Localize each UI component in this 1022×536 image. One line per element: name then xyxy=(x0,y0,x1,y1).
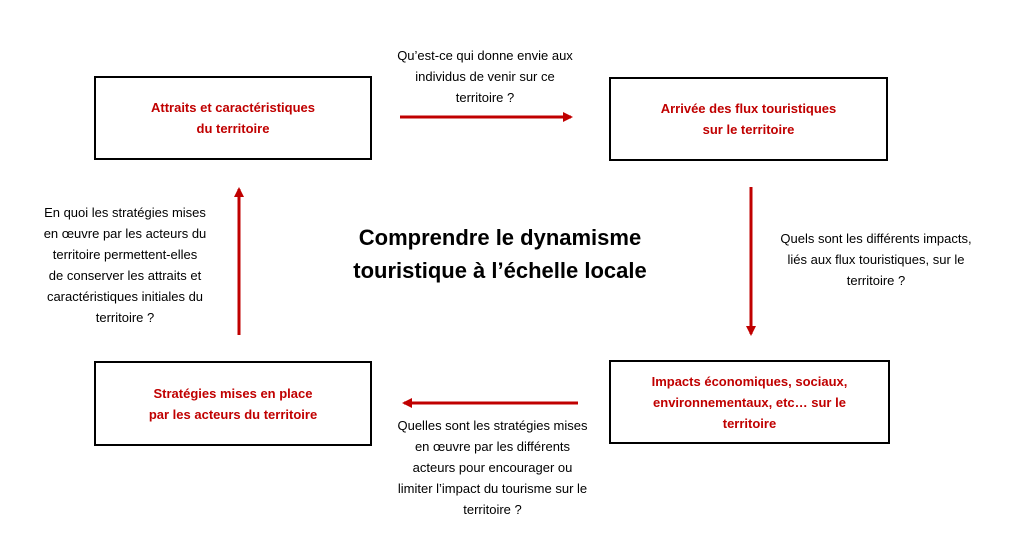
arrows-layer xyxy=(234,112,756,408)
